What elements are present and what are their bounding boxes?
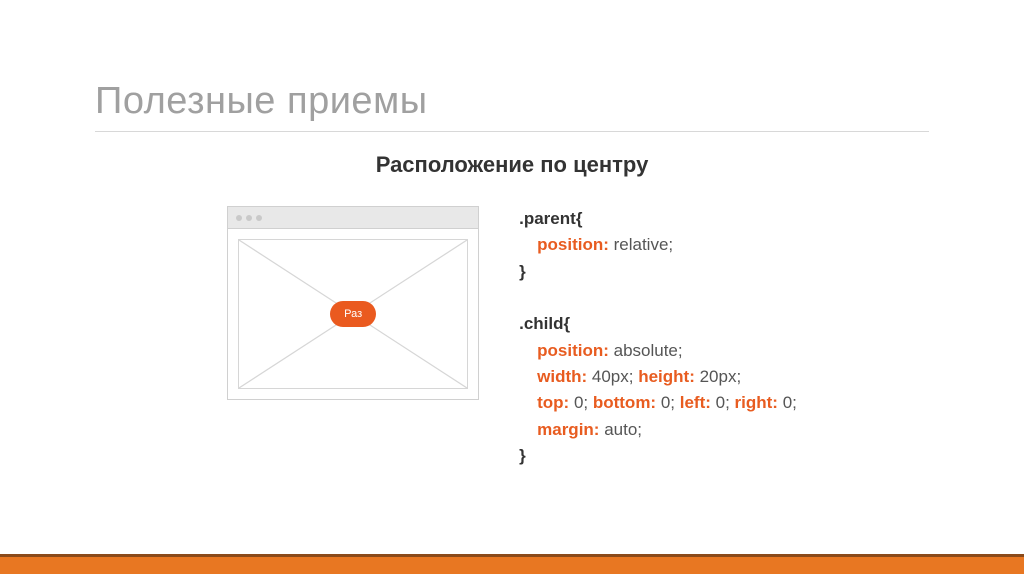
- window-control-dot-icon: [246, 215, 252, 221]
- css-selector: .child: [519, 314, 563, 333]
- code-line: width: 40px; height: 20px;: [519, 364, 797, 390]
- code-line: margin: auto;: [519, 417, 797, 443]
- css-prop: margin:: [537, 420, 599, 439]
- code-line: }: [519, 259, 797, 285]
- browser-header: [228, 207, 478, 229]
- css-prop: position:: [537, 341, 609, 360]
- window-control-dot-icon: [236, 215, 242, 221]
- brace-close: }: [519, 262, 526, 281]
- placeholder-box: Раз: [238, 239, 468, 389]
- code-line: position: relative;: [519, 232, 797, 258]
- centered-child-pill: Раз: [330, 301, 376, 327]
- css-val: 0;: [569, 393, 593, 412]
- slide: Полезные приемы Расположение по центру Р…: [0, 0, 1024, 574]
- footer-accent-bar: [0, 554, 1024, 574]
- browser-mockup: Раз: [227, 206, 479, 400]
- brace-close: }: [519, 446, 526, 465]
- css-val: 20px;: [695, 367, 741, 386]
- brace-open: {: [564, 314, 571, 333]
- window-control-dot-icon: [256, 215, 262, 221]
- css-val: 0;: [711, 393, 735, 412]
- css-val: auto;: [599, 420, 642, 439]
- css-prop: bottom:: [593, 393, 656, 412]
- code-example: .parent{ position: relative; } .child{ p…: [519, 206, 797, 469]
- code-line: position: absolute;: [519, 338, 797, 364]
- browser-viewport: Раз: [228, 229, 478, 399]
- css-prop: width:: [537, 367, 587, 386]
- page-title: Полезные приемы: [95, 80, 929, 132]
- css-prop: height:: [638, 367, 695, 386]
- css-val: relative;: [609, 235, 673, 254]
- code-line: }: [519, 443, 797, 469]
- code-spacer: [519, 285, 797, 311]
- css-prop: right:: [735, 393, 778, 412]
- code-line: .child{: [519, 311, 797, 337]
- css-prop: left:: [680, 393, 711, 412]
- css-prop: position:: [537, 235, 609, 254]
- css-selector: .parent: [519, 209, 576, 228]
- css-prop: top:: [537, 393, 569, 412]
- content-row: Раз .parent{ position: relative; } .chil…: [95, 206, 929, 469]
- code-line: .parent{: [519, 206, 797, 232]
- brace-open: {: [576, 209, 583, 228]
- code-line: top: 0; bottom: 0; left: 0; right: 0;: [519, 390, 797, 416]
- css-val: 0;: [656, 393, 680, 412]
- css-val: absolute;: [609, 341, 683, 360]
- css-val: 0;: [778, 393, 797, 412]
- css-val: 40px;: [587, 367, 638, 386]
- subtitle: Расположение по центру: [95, 152, 929, 178]
